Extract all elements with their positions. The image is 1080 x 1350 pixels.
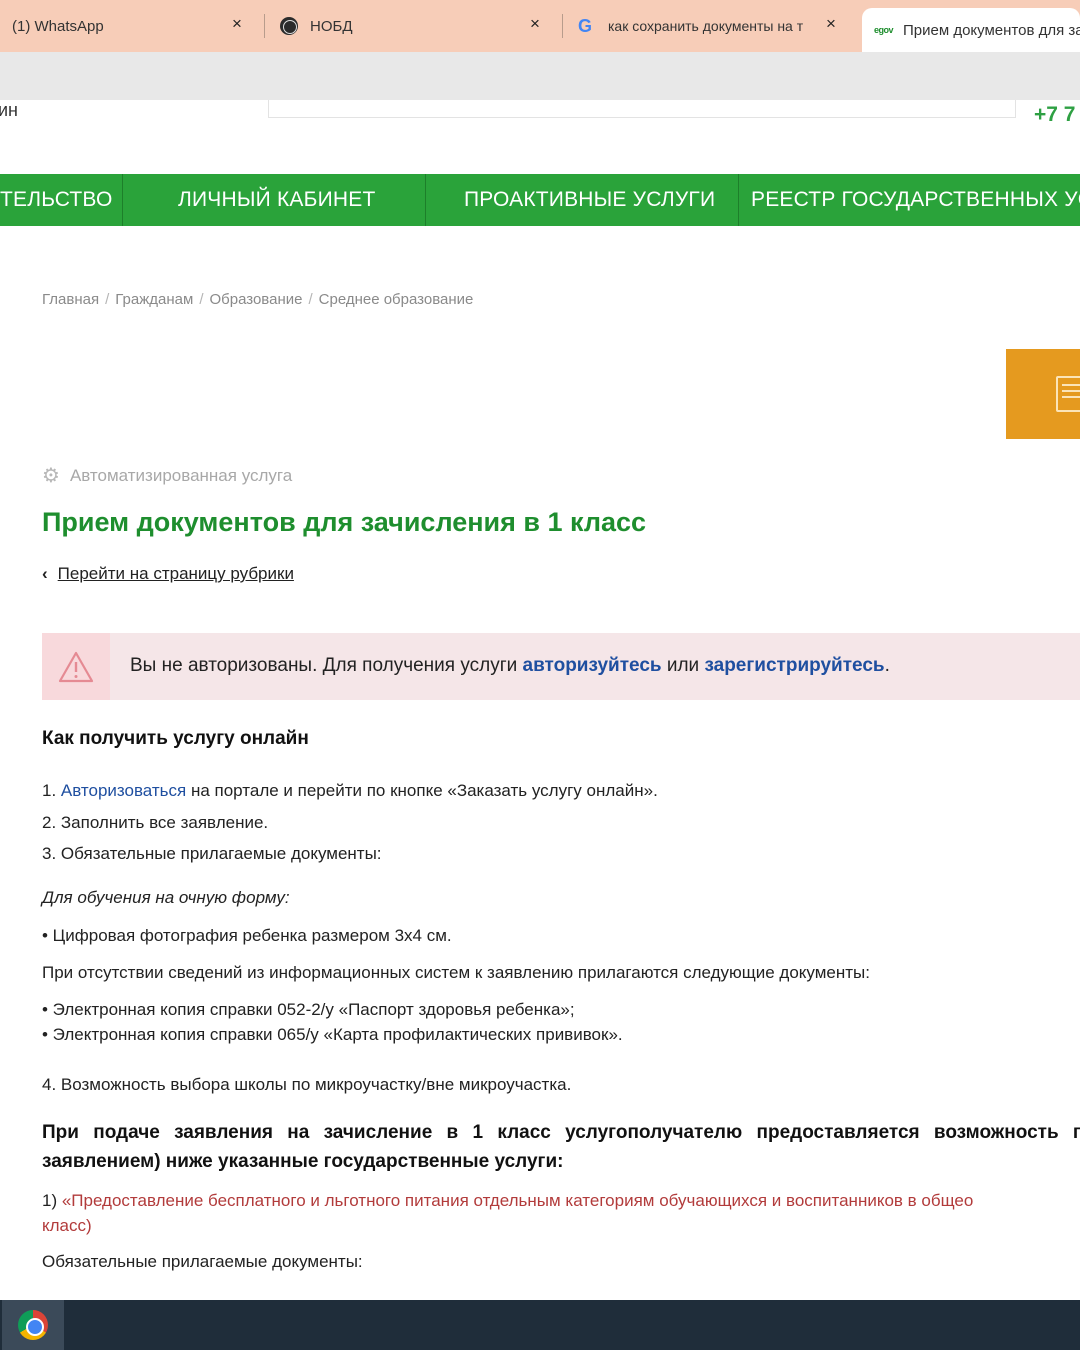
close-icon[interactable]: × (826, 14, 836, 34)
nav-item-proactive-services[interactable]: ПРОАКТИВНЫЕ УСЛУГИ (464, 174, 715, 226)
nav-item-government[interactable]: ТЕЛЬСТВО (0, 174, 112, 226)
alert-icon-box (42, 633, 110, 700)
tab-nobd[interactable]: НОБД × (266, 0, 562, 52)
order-service-side-button[interactable] (1006, 349, 1080, 439)
free-meals-service-link[interactable]: «Предоставление бесплатного и льготного … (62, 1191, 973, 1210)
breadcrumb-education[interactable]: Образование (209, 291, 302, 308)
step-1: 1. Авторизоваться на портале и перейти п… (42, 781, 658, 801)
phone-number[interactable]: +7 7 (1034, 103, 1075, 127)
list-item-vaccination-card: • Электронная копия справки 065/у «Карта… (42, 1025, 623, 1044)
google-icon: G (578, 15, 593, 36)
alert-message: Вы не авторизованы. Для получения услуги… (130, 655, 890, 677)
breadcrumb-separator: / (105, 291, 110, 308)
section-heading: Как получить услугу онлайн (42, 728, 309, 749)
header-search-box[interactable] (268, 100, 1016, 118)
alert-text-middle: или (661, 655, 705, 676)
tab-title: НОБД (310, 17, 353, 35)
nav-divider (425, 174, 426, 226)
nav-divider (738, 174, 739, 226)
note-line-2: заявлением) ниже указанные государственн… (42, 1151, 564, 1172)
header-cut-text: ин (0, 100, 18, 120)
required-docs-label: Обязательные прилагаемые документы: (42, 1252, 363, 1271)
breadcrumb-separator: / (308, 291, 313, 308)
note-line-1: При подаче заявления на зачисление в 1 к… (42, 1122, 1080, 1143)
step-2: 2. Заполнить все заявление. (42, 813, 269, 832)
taskbar-chrome-button[interactable] (2, 1300, 64, 1350)
tab-divider (562, 14, 563, 38)
authorize-link[interactable]: Авторизоваться (61, 781, 186, 800)
alert-text-after: . (884, 655, 890, 676)
login-link[interactable]: авторизуйтесь (523, 655, 662, 676)
close-icon[interactable]: × (232, 14, 242, 34)
list-item-photo: • Цифровая фотография ребенка размером 3… (42, 926, 452, 945)
browser-toolbar (0, 52, 1080, 100)
tab-title: как сохранить документы на т (608, 18, 804, 34)
back-to-rubric[interactable]: ‹ Перейти на страницу рубрики (42, 564, 294, 584)
main-nav: ТЕЛЬСТВО ЛИЧНЫЙ КАБИНЕТ ПРОАКТИВНЫЕ УСЛУ… (0, 174, 1080, 226)
related-service-1: 1) «Предоставление бесплатного и льготно… (42, 1188, 973, 1238)
back-link-text[interactable]: Перейти на страницу рубрики (58, 564, 294, 584)
nav-divider (122, 174, 123, 226)
egov-icon: egov (874, 25, 894, 35)
breadcrumb-separator: / (199, 291, 204, 308)
tab-egov-active[interactable]: egov Прием документов для за (862, 8, 1080, 52)
document-icon (1056, 376, 1080, 412)
tab-title: Прием документов для за (903, 21, 1080, 39)
breadcrumb-secondary-education[interactable]: Среднее образование (319, 291, 474, 308)
tab-title: (1) WhatsApp (12, 17, 104, 35)
chevron-left-icon: ‹ (42, 564, 48, 583)
step-1-text: на портале и перейти по кнопке «Заказать… (186, 781, 658, 800)
absence-note: При отсутствии сведений из информационны… (42, 963, 870, 982)
step-1-number: 1. (42, 781, 61, 800)
fulltime-label: Для обучения на очную форму: (42, 888, 290, 907)
related-service-line-2[interactable]: класс) (42, 1213, 973, 1238)
list-item-health-passport: • Электронная копия справки 052-2/у «Пас… (42, 1000, 575, 1019)
alert-text-before: Вы не авторизованы. Для получения услуги (130, 655, 523, 676)
related-service-line-1: 1) «Предоставление бесплатного и льготно… (42, 1188, 973, 1213)
step-4: 4. Возможность выбора школы по микроучас… (42, 1075, 572, 1094)
register-link[interactable]: зарегистрируйтесь (704, 655, 884, 676)
breadcrumb: Главная / Гражданам / Образование / Среднее об… (42, 291, 473, 308)
auth-alert: Вы не авторизованы. Для получения услуги… (42, 633, 1080, 700)
breadcrumb-citizens[interactable]: Гражданам (115, 291, 193, 308)
tab-whatsapp[interactable]: (1) WhatsApp × (0, 0, 262, 52)
chrome-icon (18, 1310, 48, 1340)
step-3: 3. Обязательные прилагаемые документы: (42, 844, 382, 863)
gear-icon: ⚙ (42, 465, 60, 487)
browser-tab-strip: (1) WhatsApp × НОБД × G как сохранить до… (0, 0, 1080, 52)
additional-services-note: При подаче заявления на зачисление в 1 к… (42, 1118, 1080, 1176)
tab-divider (264, 14, 265, 38)
nav-item-personal-account[interactable]: ЛИЧНЫЙ КАБИНЕТ (178, 174, 375, 226)
close-icon[interactable]: × (530, 14, 540, 34)
service-type-text: Автоматизированная услуга (69, 466, 293, 485)
globe-icon (280, 17, 298, 35)
os-taskbar (0, 1300, 1080, 1350)
nav-item-services-registry[interactable]: РЕЕСТР ГОСУДАРСТВЕННЫХ УСЛУ (751, 174, 1080, 226)
page-title: Прием документов для зачисления в 1 клас… (42, 507, 647, 537)
warning-icon (58, 651, 94, 682)
tab-google-search[interactable]: G как сохранить документы на т × (564, 0, 860, 52)
service-type-label: ⚙ Автоматизированная услуга (42, 466, 292, 486)
breadcrumb-home[interactable]: Главная (42, 291, 99, 308)
related-service-number: 1) (42, 1191, 62, 1210)
